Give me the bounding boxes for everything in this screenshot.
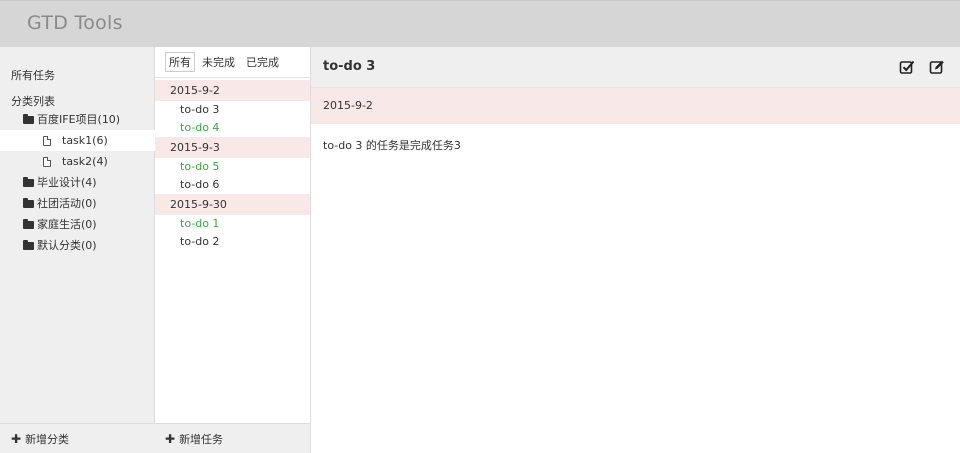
folder-icon [23,239,34,250]
app-title: GTD Tools [27,12,123,34]
task-detail-date: 2015-9-2 [311,88,960,124]
category-item-graduation-project[interactable]: 毕业设计(4) [0,172,155,193]
category-label: 家庭生活(0) [37,218,97,231]
folder-icon [23,218,34,229]
task-date-header: 2015-9-30 [155,194,310,215]
filter-tab-complete[interactable]: 已完成 [242,52,283,72]
file-icon [43,135,51,146]
filter-tab-all[interactable]: 所有 [165,52,195,72]
file-icon [43,156,51,167]
folder-icon [23,113,34,124]
task-detail-title: to-do 3 [323,59,376,74]
plus-icon: ✚ [165,431,176,446]
category-item-club-activities[interactable]: 社团活动(0) [0,193,155,214]
category-sidebar: 所有任务 分类列表 百度IFE项目(10) task1(6) task2(4) … [0,47,155,453]
category-list-heading: 分类列表 [11,95,55,108]
category-label: 默认分类(0) [37,239,97,252]
task-filter-bar: 所有 未完成 已完成 [155,47,310,78]
all-tasks-link[interactable]: 所有任务 [11,67,55,83]
subcategory-item-task1[interactable]: task1(6) [0,130,155,151]
add-task-label: 新增任务 [179,432,224,446]
task-item[interactable]: to-do 5 [155,158,310,176]
app-header: GTD Tools [0,0,960,47]
filter-tab-incomplete[interactable]: 未完成 [198,52,239,72]
task-item[interactable]: to-do 3 [155,101,310,119]
task-list-panel: 所有 未完成 已完成 2015-9-2 to-do 3 to-do 4 2015… [155,47,311,453]
subcategory-item-task2[interactable]: task2(4) [0,151,155,172]
category-label: 百度IFE项目(10) [37,113,121,126]
check-square-icon[interactable] [899,59,915,75]
category-label: 毕业设计(4) [37,176,97,189]
category-tree: 百度IFE项目(10) task1(6) task2(4) 毕业设计(4) 社团… [0,109,155,256]
task-item[interactable]: to-do 1 [155,215,310,233]
task-date-header: 2015-9-2 [155,80,310,101]
folder-icon [23,197,34,208]
folder-icon [23,176,34,187]
subcategory-label: task1(6) [62,134,108,147]
task-date-header: 2015-9-3 [155,137,310,158]
category-item-family-life[interactable]: 家庭生活(0) [0,214,155,235]
task-item[interactable]: to-do 6 [155,176,310,194]
task-detail-header: to-do 3 [311,47,960,88]
add-category-label: 新增分类 [25,432,70,446]
category-item-default[interactable]: 默认分类(0) [0,235,155,256]
category-item-baidu-ife[interactable]: 百度IFE项目(10) [0,109,155,130]
edit-icon[interactable] [929,59,945,75]
task-item[interactable]: to-do 2 [155,233,310,251]
add-task-button[interactable]: ✚ 新增任务 [155,423,310,453]
subcategory-label: task2(4) [62,155,108,168]
task-detail-panel: to-do 3 2015-9-2 to-do 3 的任务是完成任务3 [311,47,960,453]
plus-icon: ✚ [11,431,22,446]
add-category-button[interactable]: ✚ 新增分类 [0,423,155,453]
category-label: 社团活动(0) [37,197,97,210]
task-detail-content: to-do 3 的任务是完成任务3 [323,139,461,152]
task-list: 2015-9-2 to-do 3 to-do 4 2015-9-3 to-do … [155,80,310,251]
task-item[interactable]: to-do 4 [155,119,310,137]
